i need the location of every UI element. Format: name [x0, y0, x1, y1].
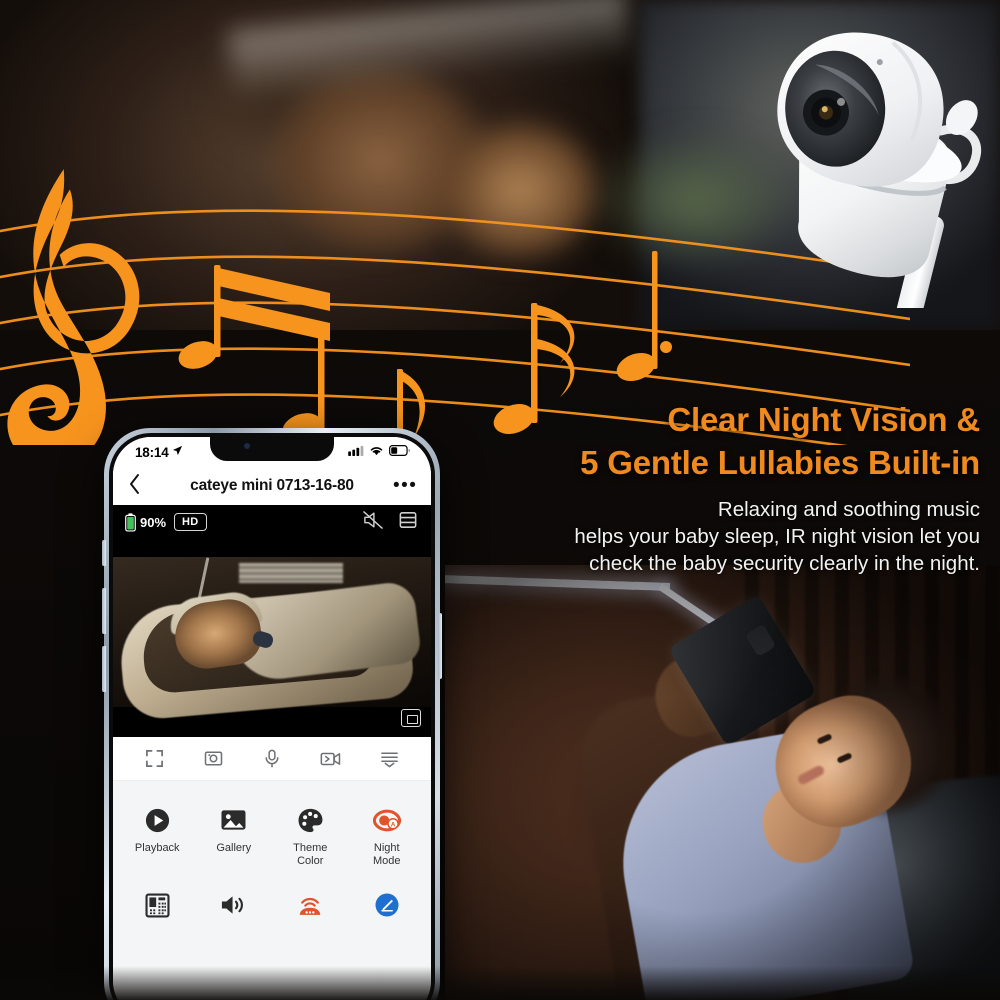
feature-label-line-1: Night	[373, 842, 400, 854]
wifi-router-icon	[297, 889, 323, 921]
notch	[210, 437, 334, 461]
fullscreen-button[interactable]	[137, 744, 171, 774]
menu-collapse-icon	[381, 752, 398, 767]
microphone-button[interactable]	[255, 744, 289, 774]
snapshot-button[interactable]	[196, 744, 230, 774]
feature-label: Night Mode	[373, 842, 401, 868]
feature-playback[interactable]: Playback	[119, 795, 196, 880]
promo-stage: Clear Night Vision & 5 Gentle Lullabies …	[0, 0, 1000, 1000]
feature-label: Gallery	[216, 842, 251, 855]
feature-network[interactable]	[272, 880, 349, 939]
feature-label-line-1: Theme	[293, 842, 328, 854]
phone-screen: 18:14 cateye mini 0713-16-80 ••• 90% HD …	[113, 437, 431, 1000]
feature-label-line-1: Playback	[134, 842, 180, 854]
night-vision-eye-icon: A	[372, 804, 401, 836]
pan-tilt-security-camera-icon	[777, 32, 982, 308]
subcopy-line-2: helps your baby sleep, IR night vision l…	[574, 525, 980, 548]
speaker-muted-icon[interactable]	[363, 510, 383, 534]
microphone-icon	[265, 749, 279, 768]
live-video-feed[interactable]	[113, 539, 431, 737]
edit-pen-icon	[374, 889, 400, 921]
feature-label-line-2: Mode	[372, 855, 401, 867]
quality-badge[interactable]: HD	[174, 513, 207, 531]
play-circle-icon	[144, 804, 171, 836]
video-info-actions	[363, 510, 417, 534]
fullscreen-icon	[145, 750, 163, 767]
battery-icon	[389, 443, 411, 461]
feature-volume[interactable]	[196, 880, 273, 939]
wifi-icon	[369, 443, 384, 461]
phone-frame: 18:14 cateye mini 0713-16-80 ••• 90% HD …	[102, 428, 442, 1000]
headline: Clear Night Vision & 5 Gentle Lullabies …	[470, 398, 980, 484]
feature-edit[interactable]	[349, 880, 426, 939]
battery-level-icon	[125, 512, 136, 532]
device-battery: 90%	[125, 512, 167, 532]
subcopy-line-1: Relaxing and soothing music	[717, 498, 980, 521]
volume-up-button[interactable]	[102, 588, 106, 634]
feature-night-mode[interactable]: A Night Mode	[349, 795, 426, 880]
headline-line-1: Clear Night Vision &	[667, 401, 980, 438]
battery-percent: 90%	[140, 514, 167, 530]
mute-switch[interactable]	[102, 540, 106, 566]
video-window-blinds	[239, 563, 343, 583]
bedroom-vignette	[445, 565, 1000, 1000]
page-title: cateye mini 0713-16-80	[190, 477, 354, 494]
phone-mockup: 18:14 cateye mini 0713-16-80 ••• 90% HD …	[102, 428, 442, 1000]
feature-label: Playback	[135, 842, 180, 855]
picture-in-picture-icon[interactable]	[401, 709, 421, 727]
feature-gallery[interactable]: Gallery	[196, 795, 273, 880]
marketing-copy: Clear Night Vision & 5 Gentle Lullabies …	[470, 398, 980, 577]
intercom-keypad-icon	[145, 889, 170, 921]
phone-bezel: 18:14 cateye mini 0713-16-80 ••• 90% HD …	[109, 433, 435, 1000]
record-button[interactable]	[314, 744, 348, 774]
location-arrow-icon	[172, 443, 183, 461]
video-toolbar	[113, 737, 431, 781]
power-button[interactable]	[438, 613, 442, 679]
svg-text:A: A	[390, 821, 395, 828]
feature-grid: Playback Gallery Theme Color A Night Mod…	[113, 781, 431, 1000]
stream-list-icon[interactable]	[399, 511, 417, 534]
more-options-icon[interactable]: •••	[393, 476, 416, 496]
feature-label-line-1: Gallery	[216, 842, 252, 854]
bedroom-photo	[445, 565, 1000, 1000]
feature-label-line-2: Color	[297, 855, 324, 867]
subcopy: Relaxing and soothing music helps your b…	[470, 496, 980, 577]
more-menu-button[interactable]	[373, 744, 407, 774]
nav-bar: cateye mini 0713-16-80 •••	[113, 467, 431, 505]
status-time: 18:14	[135, 444, 169, 460]
back-button[interactable]	[129, 474, 151, 498]
status-indicators	[348, 443, 411, 461]
feature-intercom[interactable]	[119, 880, 196, 939]
cellular-signal-icon	[348, 443, 364, 461]
feature-theme-color[interactable]: Theme Color	[272, 795, 349, 880]
status-bar: 18:14	[113, 437, 431, 467]
video-info-bar: 90% HD	[113, 505, 431, 539]
headline-line-2: 5 Gentle Lullabies Built-in	[580, 444, 980, 481]
front-camera-icon	[244, 443, 250, 449]
palette-icon	[297, 804, 324, 836]
video-record-icon	[320, 752, 341, 765]
gallery-image-icon	[220, 804, 247, 836]
speaker-volume-icon	[220, 889, 247, 921]
subcopy-line-3: check the baby security clearly in the n…	[589, 552, 980, 575]
camera-snapshot-icon	[204, 751, 222, 766]
volume-down-button[interactable]	[102, 646, 106, 692]
feature-label: Theme Color	[293, 842, 327, 868]
